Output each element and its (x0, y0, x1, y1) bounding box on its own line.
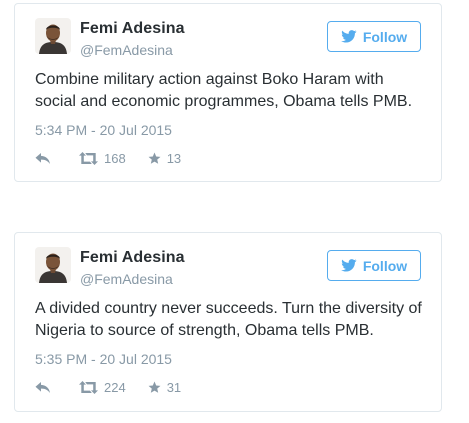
follow-button[interactable]: Follow (327, 21, 421, 52)
tweet-actions: 168 13 (35, 150, 181, 166)
twitter-bird-icon (341, 259, 357, 272)
tweet-actions: 224 31 (35, 379, 181, 395)
twitter-bird-icon (341, 30, 357, 43)
avatar[interactable] (35, 18, 71, 54)
tweet-text: A divided country never succeeds. Turn t… (35, 300, 422, 339)
reply-icon (35, 381, 51, 394)
retweet-icon (79, 151, 98, 165)
reply-button[interactable] (35, 381, 51, 394)
tweet-timestamp[interactable]: 5:35 PM - 20 Jul 2015 (35, 351, 172, 367)
favorite-count: 31 (166, 379, 182, 395)
star-icon (148, 152, 161, 165)
retweet-icon (79, 380, 98, 394)
author-handle[interactable]: @FemAdesina (80, 42, 173, 58)
star-icon (148, 381, 161, 394)
author-name[interactable]: Femi Adesina (80, 249, 185, 267)
retweet-button[interactable]: 168 (79, 151, 126, 166)
tweet-card: Femi Adesina @FemAdesina Follow A divide… (14, 232, 442, 412)
author-handle[interactable]: @FemAdesina (80, 271, 173, 287)
reply-button[interactable] (35, 152, 51, 165)
retweet-count: 168 (104, 150, 126, 166)
tweet-text: Combine military action against Boko Har… (35, 71, 413, 110)
follow-button[interactable]: Follow (327, 250, 421, 281)
retweet-count: 224 (104, 379, 126, 395)
avatar[interactable] (35, 247, 71, 283)
retweet-button[interactable]: 224 (79, 380, 126, 395)
reply-icon (35, 152, 51, 165)
author-name[interactable]: Femi Adesina (80, 20, 185, 38)
tweet-timestamp[interactable]: 5:34 PM - 20 Jul 2015 (35, 122, 172, 138)
favorite-button[interactable]: 31 (148, 380, 181, 395)
favorite-button[interactable]: 13 (148, 151, 181, 166)
tweet-card: Femi Adesina @FemAdesina Follow Combine … (14, 3, 442, 182)
follow-label: Follow (362, 28, 408, 45)
follow-label: Follow (362, 257, 408, 274)
favorite-count: 13 (166, 150, 182, 166)
